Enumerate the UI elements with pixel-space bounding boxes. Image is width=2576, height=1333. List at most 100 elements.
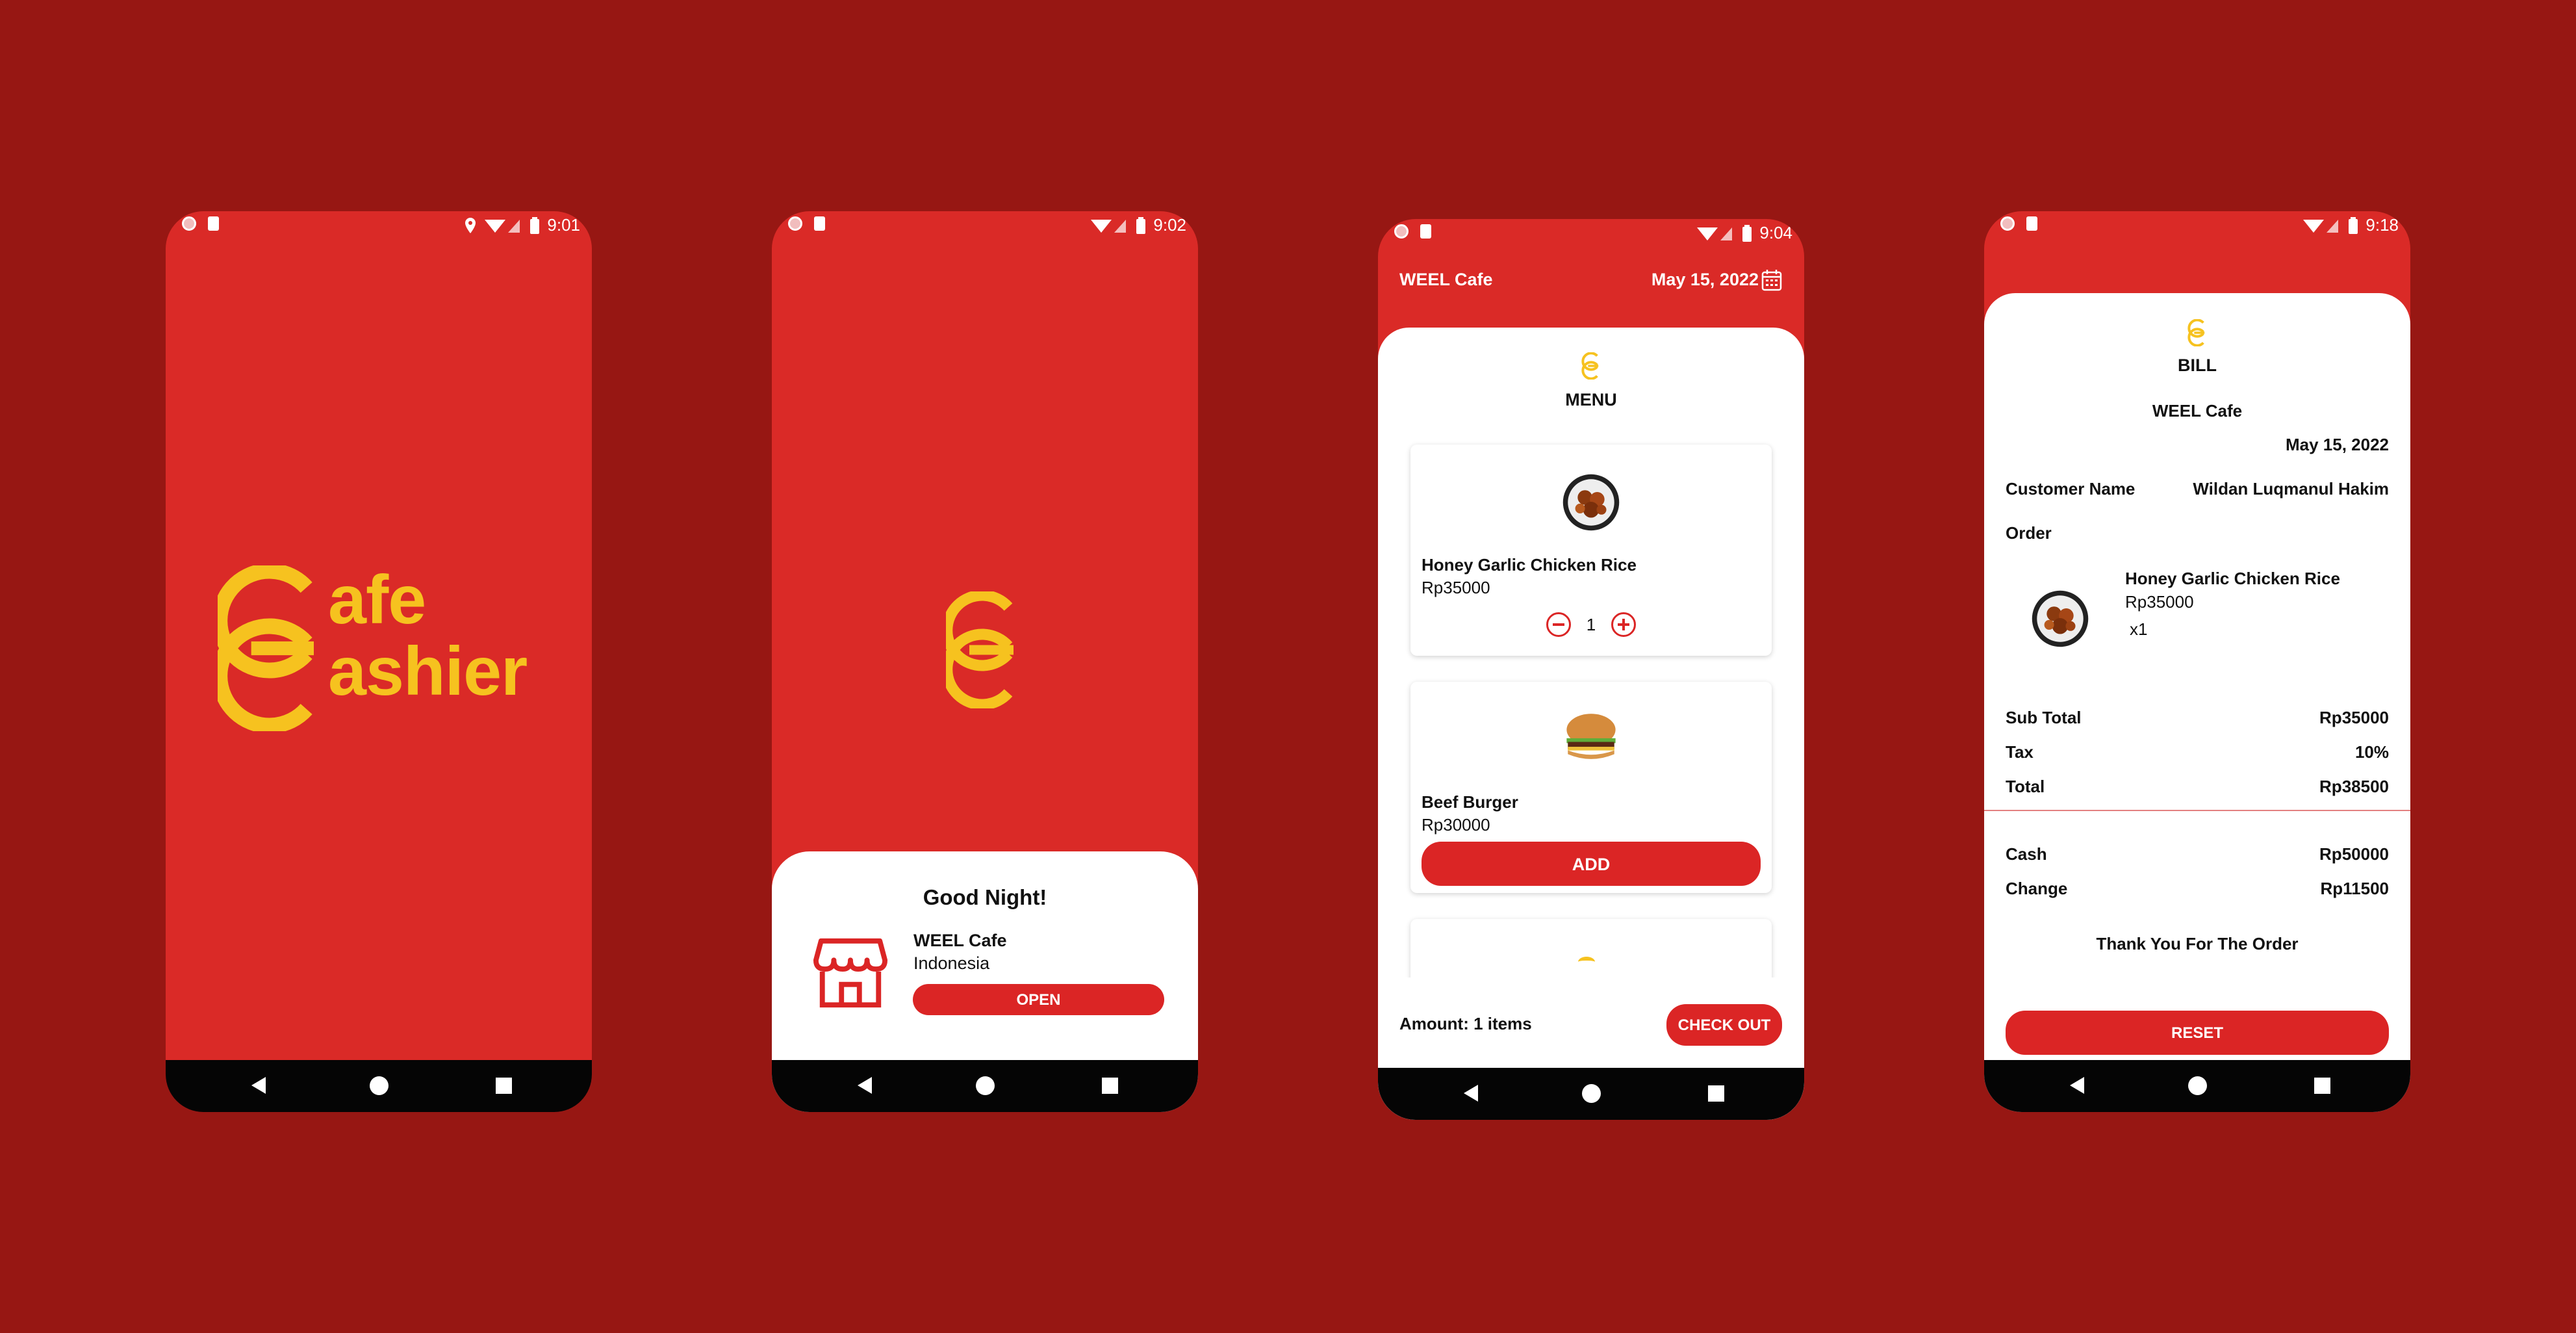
notification-icon bbox=[182, 216, 196, 231]
status-time: 9:18 bbox=[2366, 215, 2399, 235]
cafe-cashier-logo: afe ashier bbox=[218, 565, 546, 734]
customer-name-label: Customer Name bbox=[2006, 479, 2136, 498]
status-bar: 9:01 bbox=[166, 211, 592, 237]
sim-card-icon bbox=[208, 216, 219, 231]
home-icon[interactable] bbox=[2188, 1076, 2207, 1095]
battery-icon bbox=[1742, 225, 1752, 242]
food-name: Beef Burger bbox=[1422, 792, 1518, 812]
thank-you-text: Thank You For The Order bbox=[2096, 934, 2299, 953]
change-label: Change bbox=[2006, 879, 2068, 898]
sim-card-icon bbox=[814, 216, 825, 231]
greeting-text: Good Night! bbox=[923, 885, 1047, 909]
customer-name-value: Wildan Luqmanul Hakim bbox=[2193, 479, 2389, 498]
wifi-signal-icon bbox=[2302, 217, 2341, 234]
status-time: 9:04 bbox=[1759, 223, 1792, 242]
add-button[interactable]: ADD bbox=[1422, 842, 1761, 886]
welcome-screen: 9:02 Good Night! WEEL Cafe Indonesia OPE… bbox=[772, 211, 1198, 1112]
status-time: 9:01 bbox=[547, 215, 580, 235]
subtotal-value: Rp35000 bbox=[2319, 708, 2389, 727]
burger-image bbox=[1561, 706, 1622, 768]
back-icon[interactable] bbox=[858, 1077, 872, 1094]
battery-icon bbox=[530, 217, 539, 234]
quantity-value: 1 bbox=[1586, 614, 1596, 634]
wifi-signal-icon bbox=[483, 217, 522, 234]
wifi-signal-icon bbox=[1696, 225, 1735, 242]
tax-value: 10% bbox=[2354, 742, 2389, 762]
status-bar: 9:18 bbox=[1984, 211, 2410, 237]
menu-item-card: Honey Garlic Chicken Rice Rp35000 1 bbox=[1410, 445, 1772, 656]
store-icon bbox=[813, 938, 888, 1008]
cash-value: Rp50000 bbox=[2319, 844, 2389, 864]
recent-apps-icon[interactable] bbox=[496, 1078, 512, 1094]
chicken-rice-image bbox=[2030, 588, 2091, 649]
reset-button[interactable]: RESET bbox=[2006, 1011, 2389, 1055]
header-date: May 15, 2022 bbox=[1651, 270, 1759, 289]
cafe-title: WEEL Cafe bbox=[1399, 270, 1493, 289]
menu-screen: 9:04 WEEL Cafe May 15, 2022 MENU Honey G… bbox=[1378, 219, 1804, 1120]
tax-label: Tax bbox=[2006, 742, 2034, 762]
navigation-bar bbox=[166, 1060, 592, 1112]
status-bar: 9:02 bbox=[772, 211, 1198, 237]
logo-mark-icon bbox=[218, 565, 314, 731]
logo-text-line2: ashier bbox=[328, 633, 528, 710]
home-icon[interactable] bbox=[370, 1076, 389, 1095]
minus-icon[interactable] bbox=[1546, 612, 1571, 637]
sim-card-icon bbox=[1420, 224, 1431, 239]
plus-icon[interactable] bbox=[1611, 612, 1637, 637]
recent-apps-icon[interactable] bbox=[1708, 1085, 1724, 1102]
menu-title: MENU bbox=[1565, 390, 1617, 409]
check-out-button[interactable]: CHECK OUT bbox=[1666, 1004, 1782, 1046]
notification-icon bbox=[788, 216, 802, 231]
total-value: Rp38500 bbox=[2319, 777, 2389, 796]
order-item-qty: x1 bbox=[2130, 619, 2148, 639]
back-icon[interactable] bbox=[1464, 1085, 1478, 1102]
subtotal-label: Sub Total bbox=[2006, 708, 2082, 727]
logo-mark-icon bbox=[1581, 352, 1599, 380]
logo-mark-icon bbox=[946, 591, 1014, 708]
logo-text-line1: afe bbox=[328, 562, 426, 638]
sim-card-icon bbox=[2026, 216, 2037, 231]
home-icon[interactable] bbox=[1582, 1084, 1601, 1103]
bill-screen: 9:18 BILL WEEL Cafe May 15, 2022 Custome… bbox=[1984, 211, 2410, 1112]
bill-sheet: BILL WEEL Cafe May 15, 2022 Customer Nam… bbox=[1984, 293, 2410, 1112]
recent-apps-icon[interactable] bbox=[2314, 1078, 2330, 1094]
home-icon[interactable] bbox=[976, 1076, 995, 1095]
chicken-rice-image bbox=[1561, 472, 1622, 533]
back-icon[interactable] bbox=[251, 1077, 266, 1094]
food-name: Honey Garlic Chicken Rice bbox=[1422, 555, 1637, 575]
cafe-name: WEEL Cafe bbox=[2152, 401, 2243, 421]
wifi-signal-icon bbox=[1090, 217, 1129, 234]
battery-icon bbox=[2349, 217, 2358, 234]
bill-date: May 15, 2022 bbox=[2285, 435, 2389, 454]
bill-title: BILL bbox=[2178, 356, 2217, 375]
menu-item-card: Beef Burger Rp30000 ADD bbox=[1410, 682, 1772, 893]
cash-label: Cash bbox=[2006, 844, 2047, 864]
partial-food-image bbox=[1578, 957, 1595, 967]
location-icon bbox=[465, 217, 476, 233]
food-price: Rp35000 bbox=[1422, 578, 1490, 597]
splash-screen: 9:01 afe ashier bbox=[166, 211, 592, 1112]
battery-icon bbox=[1136, 217, 1145, 234]
open-button[interactable]: OPEN bbox=[913, 984, 1164, 1015]
navigation-bar bbox=[1984, 1060, 2410, 1112]
food-price: Rp30000 bbox=[1422, 815, 1490, 835]
status-bar: 9:04 bbox=[1378, 219, 1804, 245]
order-item-name: Honey Garlic Chicken Rice bbox=[2125, 569, 2340, 588]
navigation-bar bbox=[772, 1060, 1198, 1112]
back-icon[interactable] bbox=[2070, 1077, 2084, 1094]
amount-text: Amount: 1 items bbox=[1399, 1014, 1532, 1033]
quantity-stepper: 1 bbox=[1410, 612, 1772, 637]
change-value: Rp11500 bbox=[2320, 879, 2389, 898]
order-item-price: Rp35000 bbox=[2125, 592, 2194, 612]
recent-apps-icon[interactable] bbox=[1102, 1078, 1118, 1094]
logo-mark-icon bbox=[2187, 319, 2205, 346]
menu-sheet: MENU Honey Garlic Chicken Rice Rp35000 1… bbox=[1378, 328, 1804, 1120]
calendar-icon[interactable] bbox=[1761, 269, 1782, 291]
divider bbox=[1984, 810, 2410, 811]
notification-icon bbox=[2000, 216, 2015, 231]
store-country: Indonesia bbox=[913, 953, 990, 973]
order-label: Order bbox=[2006, 523, 2052, 543]
notification-icon bbox=[1394, 224, 1409, 239]
total-label: Total bbox=[2006, 777, 2045, 796]
store-name: WEEL Cafe bbox=[913, 931, 1007, 950]
